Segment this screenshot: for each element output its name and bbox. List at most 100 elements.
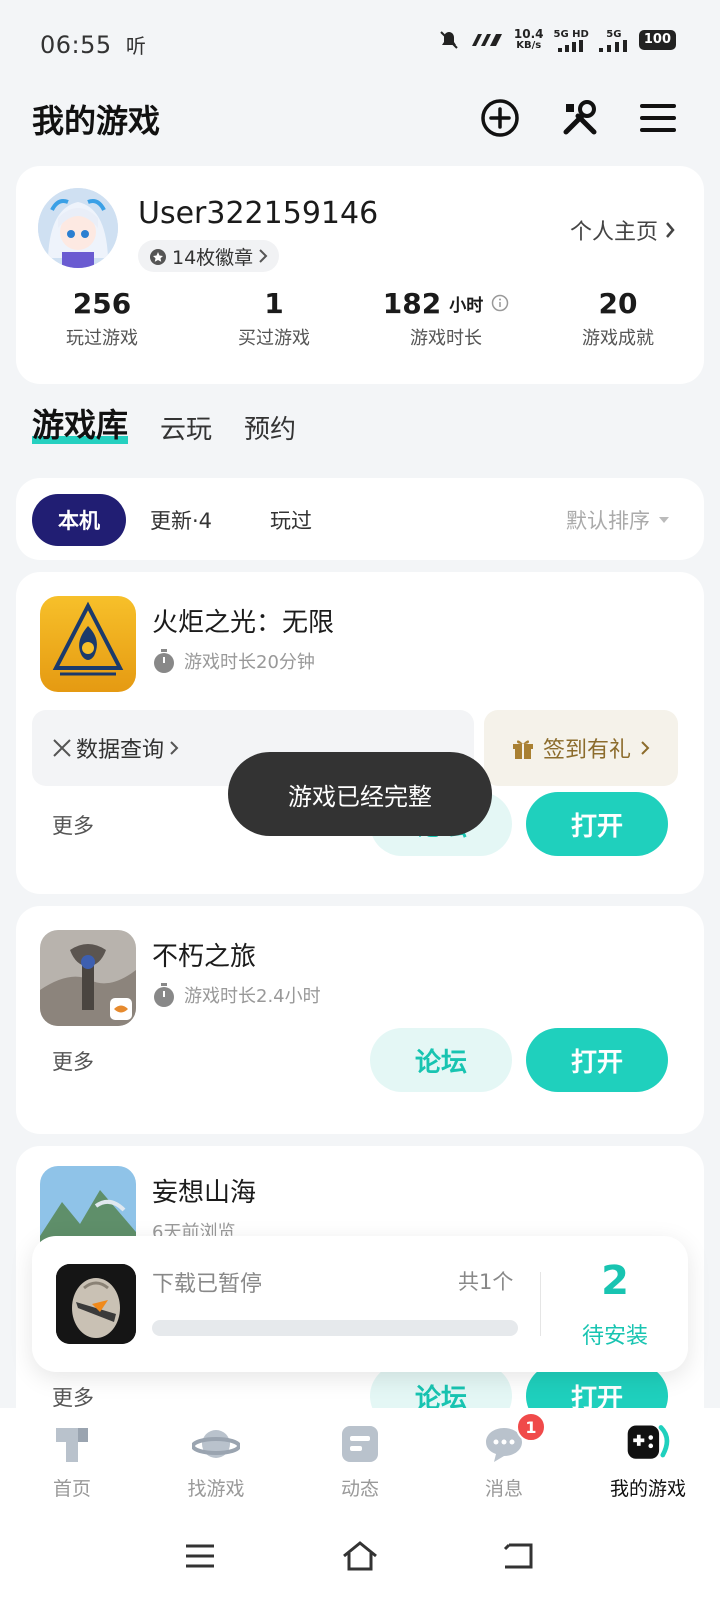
game-play-time: 游戏时长20分钟 [152,648,315,674]
toast-message: 游戏已经完整 [228,752,492,836]
forum-button[interactable]: 论坛 [370,1028,512,1092]
nav-home[interactable]: 首页 [0,1408,144,1512]
username: User322159146 [138,196,379,231]
game-icon[interactable] [40,596,136,692]
speed-value: 10.4 [513,27,544,41]
immortal-journey-icon [40,930,136,1026]
nav-feed[interactable]: 动态 [288,1408,432,1512]
game-icon[interactable] [40,930,136,1026]
game-title: 妄想山海 [152,1178,257,1208]
nav-my-games[interactable]: 我的游戏 [576,1408,720,1512]
feed-icon [336,1420,384,1468]
tab-cloud-play[interactable]: 云玩 [160,409,212,456]
stats-row: 256 玩过游戏 1 买过游戏 182 小时 游戏时长 20 游戏成就 [16,284,704,350]
download-count: 共1个 [458,1270,514,1294]
download-status: 下载已暂停 [152,1272,263,1297]
stat-achievements[interactable]: 20 游戏成就 [532,284,704,350]
homepage-link[interactable]: 个人主页 [570,214,676,246]
add-circle-icon [481,99,519,137]
data-query-label: 数据查询 [76,738,165,763]
planet-icon [192,1420,240,1468]
page-header: 我的游戏 [0,90,720,150]
tab-reservations[interactable]: 预约 [244,409,296,456]
medal-icon [150,249,166,265]
download-game-icon [56,1264,136,1344]
game-play-time: 游戏时长2.4小时 [152,982,321,1008]
stat-value-row: 182 小时 [360,284,532,322]
game-title: 火炬之光：无限 [152,608,335,638]
stat-value: 256 [72,286,132,320]
pending-install-count[interactable]: 2 [542,1258,688,1304]
chevron-right-icon [170,741,179,755]
open-button[interactable]: 打开 [526,1028,668,1092]
main-tabs: 游戏库 云玩 预约 [32,400,296,456]
stat-label: 买过游戏 [238,328,310,349]
tab-game-library[interactable]: 游戏库 [32,400,129,456]
nav-label: 找游戏 [187,1478,245,1500]
chevron-right-icon [666,222,675,238]
badges-button[interactable]: 14枚徽章 [138,240,280,272]
add-button[interactable] [476,94,524,142]
speed-unit: KB/s [516,40,542,51]
info-icon[interactable] [491,294,509,312]
home-nav-button[interactable] [338,1536,382,1576]
stat-bought-games[interactable]: 1 买过游戏 [188,284,360,350]
menu-lines-icon [186,1544,214,1568]
menu-button[interactable] [634,94,682,142]
caret-down-icon [659,517,669,523]
bottom-nav: 首页 找游戏 动态 1 消息 我的游戏 [0,1408,720,1512]
filter-chip-local[interactable]: 本机 [32,494,126,546]
signal-bars-icon [558,39,584,52]
divider [540,1272,541,1336]
nav-label: 消息 [484,1478,523,1500]
avatar[interactable] [38,188,118,268]
nav-label: 首页 [52,1478,91,1500]
stat-played-games[interactable]: 256 玩过游戏 [16,284,188,350]
unread-badge: 1 [516,1412,546,1442]
egg-game-icon [56,1264,136,1344]
profile-card: User322159146 14枚徽章 个人主页 256 玩过游戏 1 买过游戏… [16,166,704,384]
stat-label: 游戏时长 [410,328,482,349]
homepage-label: 个人主页 [569,220,658,245]
gamepad-icon [624,1420,672,1468]
system-nav-bar [0,1512,720,1600]
signal-bars-icon [598,39,627,52]
game-title: 不朽之旅 [152,942,257,972]
stat-play-time[interactable]: 182 小时 游戏时长 [360,284,532,350]
tab-label: 游戏库 [32,406,129,444]
nav-messages[interactable]: 1 消息 [432,1408,576,1512]
nav-label: 动态 [340,1478,379,1500]
filter-chip-played[interactable]: 玩过 [270,494,312,546]
stat-unit: 小时 [449,295,484,316]
recent-apps-button[interactable] [178,1536,222,1576]
sort-dropdown[interactable]: 默认排序 [566,494,670,546]
checkin-button[interactable]: 签到有礼 [484,710,678,786]
more-button[interactable]: 更多 [52,1046,94,1076]
signal-2: 5G [598,28,629,52]
filter-chip-updates[interactable]: 更新·4 [150,494,212,546]
checkin-label: 签到有礼 [542,738,631,763]
badges-label: 14枚徽章 [172,246,254,269]
download-bar[interactable]: 下载已暂停 共1个 2 待安装 [32,1236,688,1372]
signal-label-2: 5G [606,28,622,40]
mute-bell-icon [440,31,458,49]
avatar-image [38,188,118,268]
download-progress-bar [152,1320,518,1336]
pending-install-label[interactable]: 待安装 [542,1318,688,1350]
stat-value: 1 [264,286,284,320]
tab-label: 预约 [244,415,297,445]
stat-label: 游戏成就 [582,328,654,349]
back-button[interactable] [496,1536,540,1576]
open-button[interactable]: 打开 [526,792,668,856]
status-bar: 06:55 听 10.4 KB/s 5G HD 5G 100 [0,0,720,90]
network-icon [471,34,502,46]
more-button[interactable]: 更多 [52,810,94,840]
battery-indicator: 100 [638,30,676,50]
status-indicators: 10.4 KB/s 5G HD 5G 100 [438,28,676,52]
torchlight-logo-icon [40,596,136,692]
status-clock: 06:55 [40,31,112,59]
signal-label-1: 5G HD [553,28,589,40]
menu-icon [640,104,676,132]
nav-discover[interactable]: 找游戏 [144,1408,288,1512]
tools-button[interactable] [556,94,604,142]
